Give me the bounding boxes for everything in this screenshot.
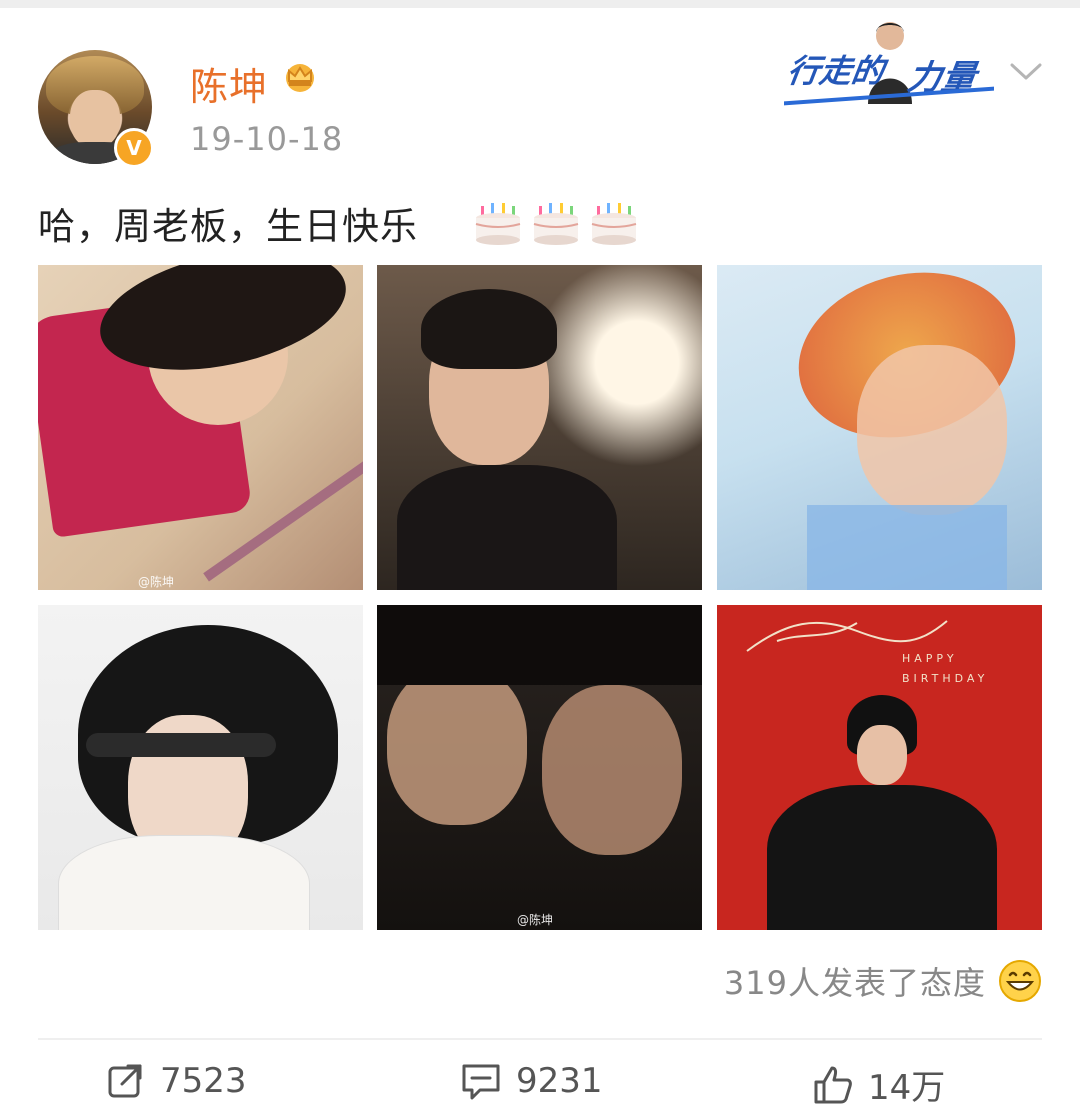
- photo-2-hair: [421, 289, 557, 369]
- photo-5-face-right: [542, 685, 682, 855]
- cake-emoji-group: [472, 196, 640, 248]
- crown-icon: [286, 64, 314, 92]
- reaction-count-text: 319人发表了态度: [723, 964, 986, 1002]
- like-button[interactable]: 14万: [812, 1060, 945, 1109]
- divider: [38, 1038, 1042, 1040]
- post-timestamp: 19-10-18: [190, 120, 344, 158]
- like-count: 14万: [868, 1068, 946, 1108]
- photo-1-watermark: @陈坤: [138, 575, 175, 589]
- photo-2[interactable]: [377, 265, 702, 590]
- avatar-face: [70, 90, 120, 148]
- username[interactable]: 陈坤: [190, 56, 268, 111]
- photo-5-face-left: [387, 665, 527, 825]
- photo-3-body: [807, 505, 1007, 590]
- photo-4-glasses: [86, 733, 276, 757]
- repost-button[interactable]: 7523: [104, 1060, 247, 1102]
- share-icon: [108, 1064, 142, 1098]
- photo-grid: @陈坤 @陈坤 HAPPY BIRTHDAY: [38, 265, 1042, 930]
- action-bar: 7523 9231 14万: [0, 1060, 1080, 1108]
- top-strip: [0, 0, 1080, 8]
- verified-badge-icon: V: [114, 128, 154, 168]
- birthday-cake-icon: [475, 203, 521, 245]
- campaign-banner[interactable]: 行走的 力量: [780, 8, 1000, 108]
- photo-2-top: [397, 465, 617, 590]
- thumbs-up-icon: [814, 1066, 852, 1103]
- comment-button[interactable]: 9231: [460, 1060, 603, 1102]
- repost-count: 7523: [160, 1061, 247, 1101]
- photo-5-watermark: @陈坤: [517, 913, 554, 927]
- photo-5-hair: [377, 605, 702, 685]
- verified-badge-label: V: [126, 136, 142, 160]
- photo-1[interactable]: @陈坤: [38, 265, 363, 590]
- grinning-face-icon: [999, 960, 1041, 1002]
- photo-6[interactable]: HAPPY BIRTHDAY: [717, 605, 1042, 930]
- photo-6-face: [857, 725, 907, 785]
- post-text: 哈，周老板，生日快乐: [38, 205, 418, 248]
- photo-4-jacket: [58, 835, 310, 930]
- photo-3-face: [857, 345, 1007, 515]
- photo-5[interactable]: @陈坤: [377, 605, 702, 930]
- birthday-cake-icon: [533, 203, 579, 245]
- photo-6-overlay-text: HAPPY BIRTHDAY: [902, 652, 989, 685]
- birthday-cake-icon: [591, 203, 637, 245]
- reaction-summary[interactable]: 319人发表了态度: [724, 958, 1042, 1004]
- comment-icon: [462, 1064, 500, 1100]
- chevron-down-icon[interactable]: [1008, 56, 1044, 86]
- photo-6-dress: [767, 785, 997, 930]
- photo-4[interactable]: [38, 605, 363, 930]
- comment-count: 9231: [516, 1061, 603, 1101]
- photo-3[interactable]: [717, 265, 1042, 590]
